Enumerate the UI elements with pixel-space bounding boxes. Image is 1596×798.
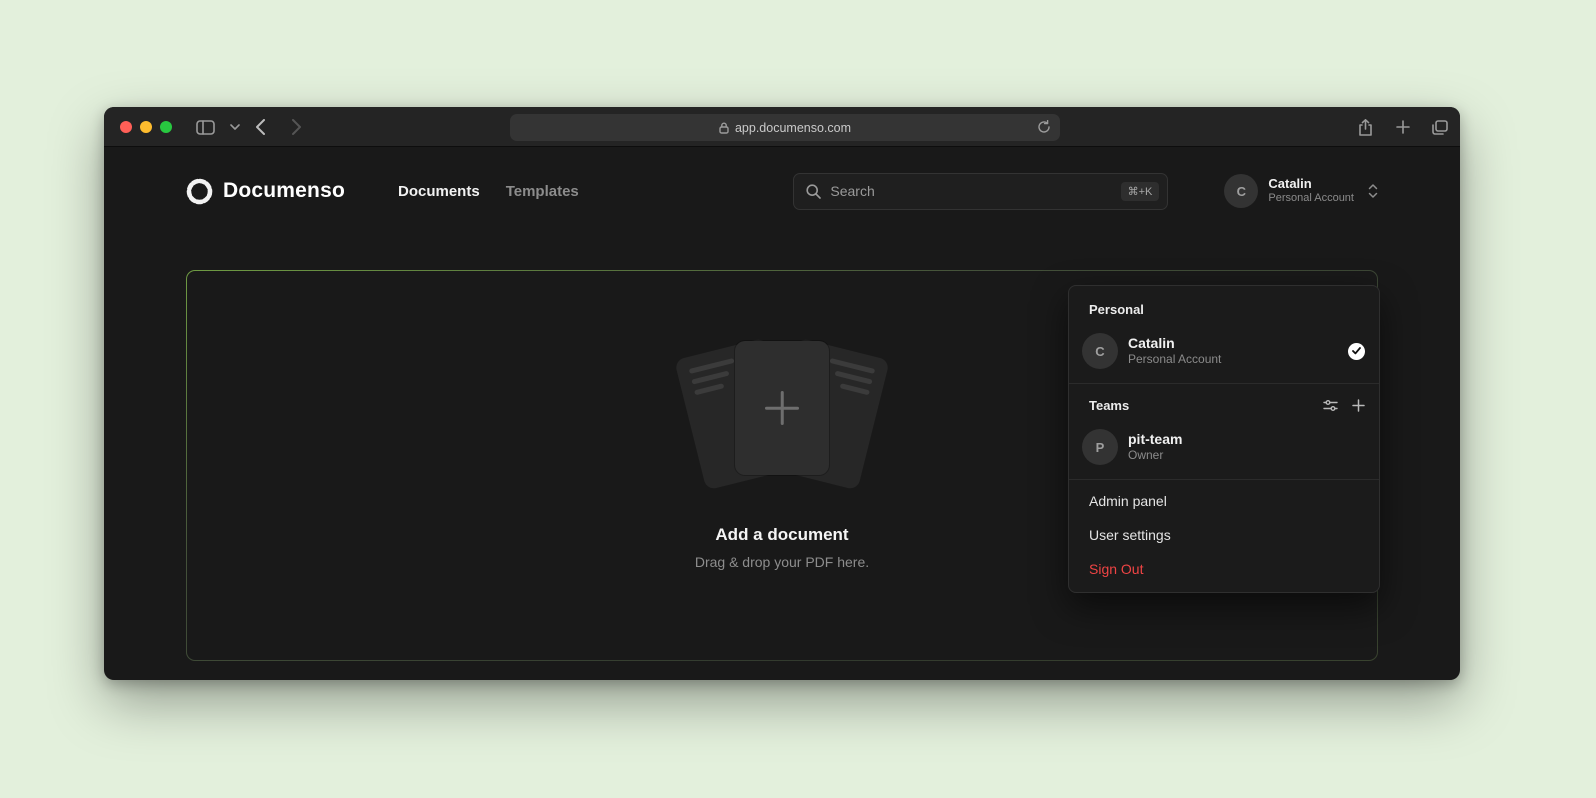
nav-documents[interactable]: Documents <box>398 183 480 200</box>
new-tab-icon[interactable] <box>1396 107 1410 147</box>
add-team-icon[interactable] <box>1352 399 1365 412</box>
dropzone-title: Add a document <box>715 525 848 545</box>
browser-titlebar: app.documenso.com <box>104 107 1460 147</box>
tab-overview-icon[interactable] <box>1432 107 1448 147</box>
share-icon[interactable] <box>1358 107 1373 147</box>
zoom-window-button[interactable] <box>160 121 172 133</box>
menu-personal-account-item[interactable]: C Catalin Personal Account <box>1069 325 1379 379</box>
menu-teams-label: Teams <box>1089 398 1309 413</box>
manage-teams-icon[interactable] <box>1323 399 1338 412</box>
chevron-updown-icon <box>1368 183 1378 199</box>
main-nav: Documents Templates <box>398 183 579 200</box>
account-menu-trigger[interactable]: C Catalin Personal Account <box>1224 174 1378 208</box>
app-header: Documenso Documents Templates Search ⌘+K… <box>186 169 1378 213</box>
team-text: pit-team Owner <box>1128 430 1365 464</box>
team-avatar: P <box>1082 429 1118 465</box>
desktop-background: app.documenso.com <box>0 0 1596 798</box>
menu-personal-label: Personal <box>1069 292 1379 325</box>
address-bar-url: app.documenso.com <box>735 121 851 135</box>
search-shortcut-badge: ⌘+K <box>1121 182 1160 201</box>
personal-account-subtitle: Personal Account <box>1128 352 1338 368</box>
menu-item-admin-panel[interactable]: Admin panel <box>1069 484 1379 518</box>
menu-divider <box>1069 479 1379 480</box>
menu-divider <box>1069 383 1379 384</box>
account-name: Catalin <box>1268 176 1354 192</box>
personal-account-name: Catalin <box>1128 334 1338 352</box>
dropzone-subtitle: Drag & drop your PDF here. <box>695 554 869 570</box>
chevron-down-icon[interactable] <box>230 107 240 147</box>
team-name: pit-team <box>1128 430 1365 448</box>
personal-account-avatar: C <box>1082 333 1118 369</box>
brand-name: Documenso <box>223 179 345 203</box>
search-input[interactable]: Search ⌘+K <box>793 173 1168 210</box>
sidebar-toggle-icon[interactable] <box>196 107 215 147</box>
lock-icon <box>719 122 729 134</box>
document-card-center <box>735 341 829 475</box>
nav-templates[interactable]: Templates <box>506 183 579 200</box>
personal-account-text: Catalin Personal Account <box>1128 334 1338 368</box>
team-role: Owner <box>1128 448 1365 464</box>
forward-button[interactable] <box>292 107 301 147</box>
plus-icon <box>765 391 799 425</box>
menu-team-item[interactable]: P pit-team Owner <box>1069 421 1379 475</box>
menu-teams-header: Teams <box>1069 388 1379 421</box>
app-page: Documenso Documents Templates Search ⌘+K… <box>104 169 1460 701</box>
close-window-button[interactable] <box>120 121 132 133</box>
minimize-window-button[interactable] <box>140 121 152 133</box>
documenso-logo-icon <box>186 178 213 205</box>
address-bar[interactable]: app.documenso.com <box>510 114 1060 141</box>
menu-item-sign-out[interactable]: Sign Out <box>1069 552 1379 586</box>
search-icon <box>806 184 821 199</box>
brand[interactable]: Documenso <box>186 178 398 205</box>
traffic-lights <box>120 121 172 133</box>
reload-icon[interactable] <box>1037 120 1051 137</box>
account-subtitle: Personal Account <box>1268 192 1354 206</box>
browser-window: app.documenso.com <box>104 107 1460 680</box>
menu-item-user-settings[interactable]: User settings <box>1069 518 1379 552</box>
account-text: Catalin Personal Account <box>1268 176 1354 206</box>
account-dropdown-menu: Personal C Catalin Personal Account Team… <box>1068 285 1380 593</box>
dropzone-content: Add a document Drag & drop your PDF here… <box>652 329 912 570</box>
document-cards-illustration <box>652 329 912 487</box>
back-button[interactable] <box>256 107 265 147</box>
account-avatar: C <box>1224 174 1258 208</box>
search-placeholder: Search <box>830 183 1111 199</box>
selected-check-icon <box>1348 343 1365 360</box>
